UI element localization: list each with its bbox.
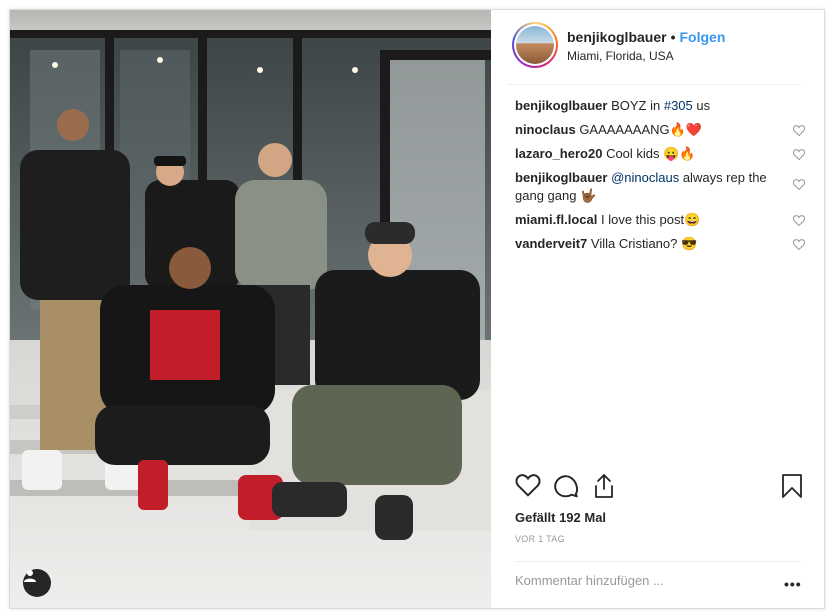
heart-icon[interactable]: [793, 215, 805, 226]
comment-username[interactable]: lazaro_hero20: [515, 146, 602, 161]
share-icon[interactable]: [592, 473, 616, 499]
author-line: benjikoglbauer • Folgen: [567, 29, 725, 45]
author-username[interactable]: benjikoglbauer: [567, 29, 667, 45]
action-bar: [491, 473, 824, 507]
heart-icon[interactable]: [793, 179, 805, 190]
post-panel: benjikoglbauer • Folgen Miami, Florida, US…: [491, 10, 824, 608]
comment-item: ninoclaus GAAAAAAANG🔥❤️: [515, 121, 805, 139]
comment-item: vanderveit7 Villa Cristiano? 😎: [515, 235, 805, 253]
post-timestamp[interactable]: VOR 1 TAG: [515, 534, 565, 544]
heart-icon[interactable]: [793, 239, 805, 250]
location-link[interactable]: Miami, Florida, USA: [567, 49, 674, 63]
post-photo[interactable]: [10, 10, 491, 608]
comment-item: lazaro_hero20 Cool kids 😛🔥: [515, 145, 805, 163]
user-tag-button[interactable]: [23, 569, 51, 597]
comment-emoji: 😄: [684, 212, 701, 227]
bookmark-icon[interactable]: [781, 473, 803, 499]
comment-item: miami.fl.local I love this post😄: [515, 211, 805, 229]
post-header: benjikoglbauer • Folgen Miami, Florida, US…: [491, 10, 824, 84]
heart-icon[interactable]: [793, 125, 805, 136]
comment-emoji: 😎: [680, 236, 698, 251]
comment-bubble-icon[interactable]: [553, 473, 579, 499]
heart-icon[interactable]: [793, 149, 805, 160]
comment-text: Villa Cristiano?: [590, 236, 681, 251]
hashtag-link[interactable]: #305: [664, 98, 693, 113]
caption-text-2: us: [692, 98, 711, 113]
photo-illustration: [10, 10, 491, 608]
comment-username[interactable]: ninoclaus: [515, 122, 576, 137]
separator-dot: •: [670, 29, 676, 45]
follow-button[interactable]: Folgen: [679, 29, 725, 45]
person-icon: [24, 570, 36, 582]
comment-emoji: 🤟🏾: [580, 188, 597, 203]
comment-text: I love this post: [601, 212, 685, 227]
comment-text: GAAAAAAANG: [579, 122, 670, 137]
comment-username[interactable]: vanderveit7: [515, 236, 587, 251]
comment-field[interactable]: [515, 573, 765, 588]
heart-icon[interactable]: [515, 473, 541, 497]
divider: [515, 561, 801, 562]
comment-username[interactable]: miami.fl.local: [515, 212, 597, 227]
comment-item: benjikoglbauer @ninoclaus always rep the…: [515, 169, 805, 205]
more-options-button[interactable]: •••: [784, 576, 802, 592]
caption: benjikoglbauer BOYZ in #305 us: [515, 97, 805, 115]
divider: [507, 84, 801, 85]
comment-text: Cool kids: [606, 146, 664, 161]
avatar-image: [516, 26, 554, 64]
comment-emoji: 🔥❤️: [669, 122, 702, 137]
mention-link[interactable]: @ninoclaus: [611, 170, 679, 185]
comments-list: benjikoglbauer BOYZ in #305 us ninoclaus…: [515, 97, 805, 259]
likes-count[interactable]: Gefällt 192 Mal: [515, 510, 606, 525]
caption-text-1: BOYZ in: [611, 98, 664, 113]
author-avatar[interactable]: [512, 22, 558, 68]
post-dialog: benjikoglbauer • Folgen Miami, Florida, US…: [9, 9, 825, 609]
avatar-inner: [514, 24, 556, 66]
comment-emoji: 😛🔥: [663, 146, 696, 161]
comment-username[interactable]: benjikoglbauer: [515, 170, 607, 185]
caption-username[interactable]: benjikoglbauer: [515, 98, 607, 113]
